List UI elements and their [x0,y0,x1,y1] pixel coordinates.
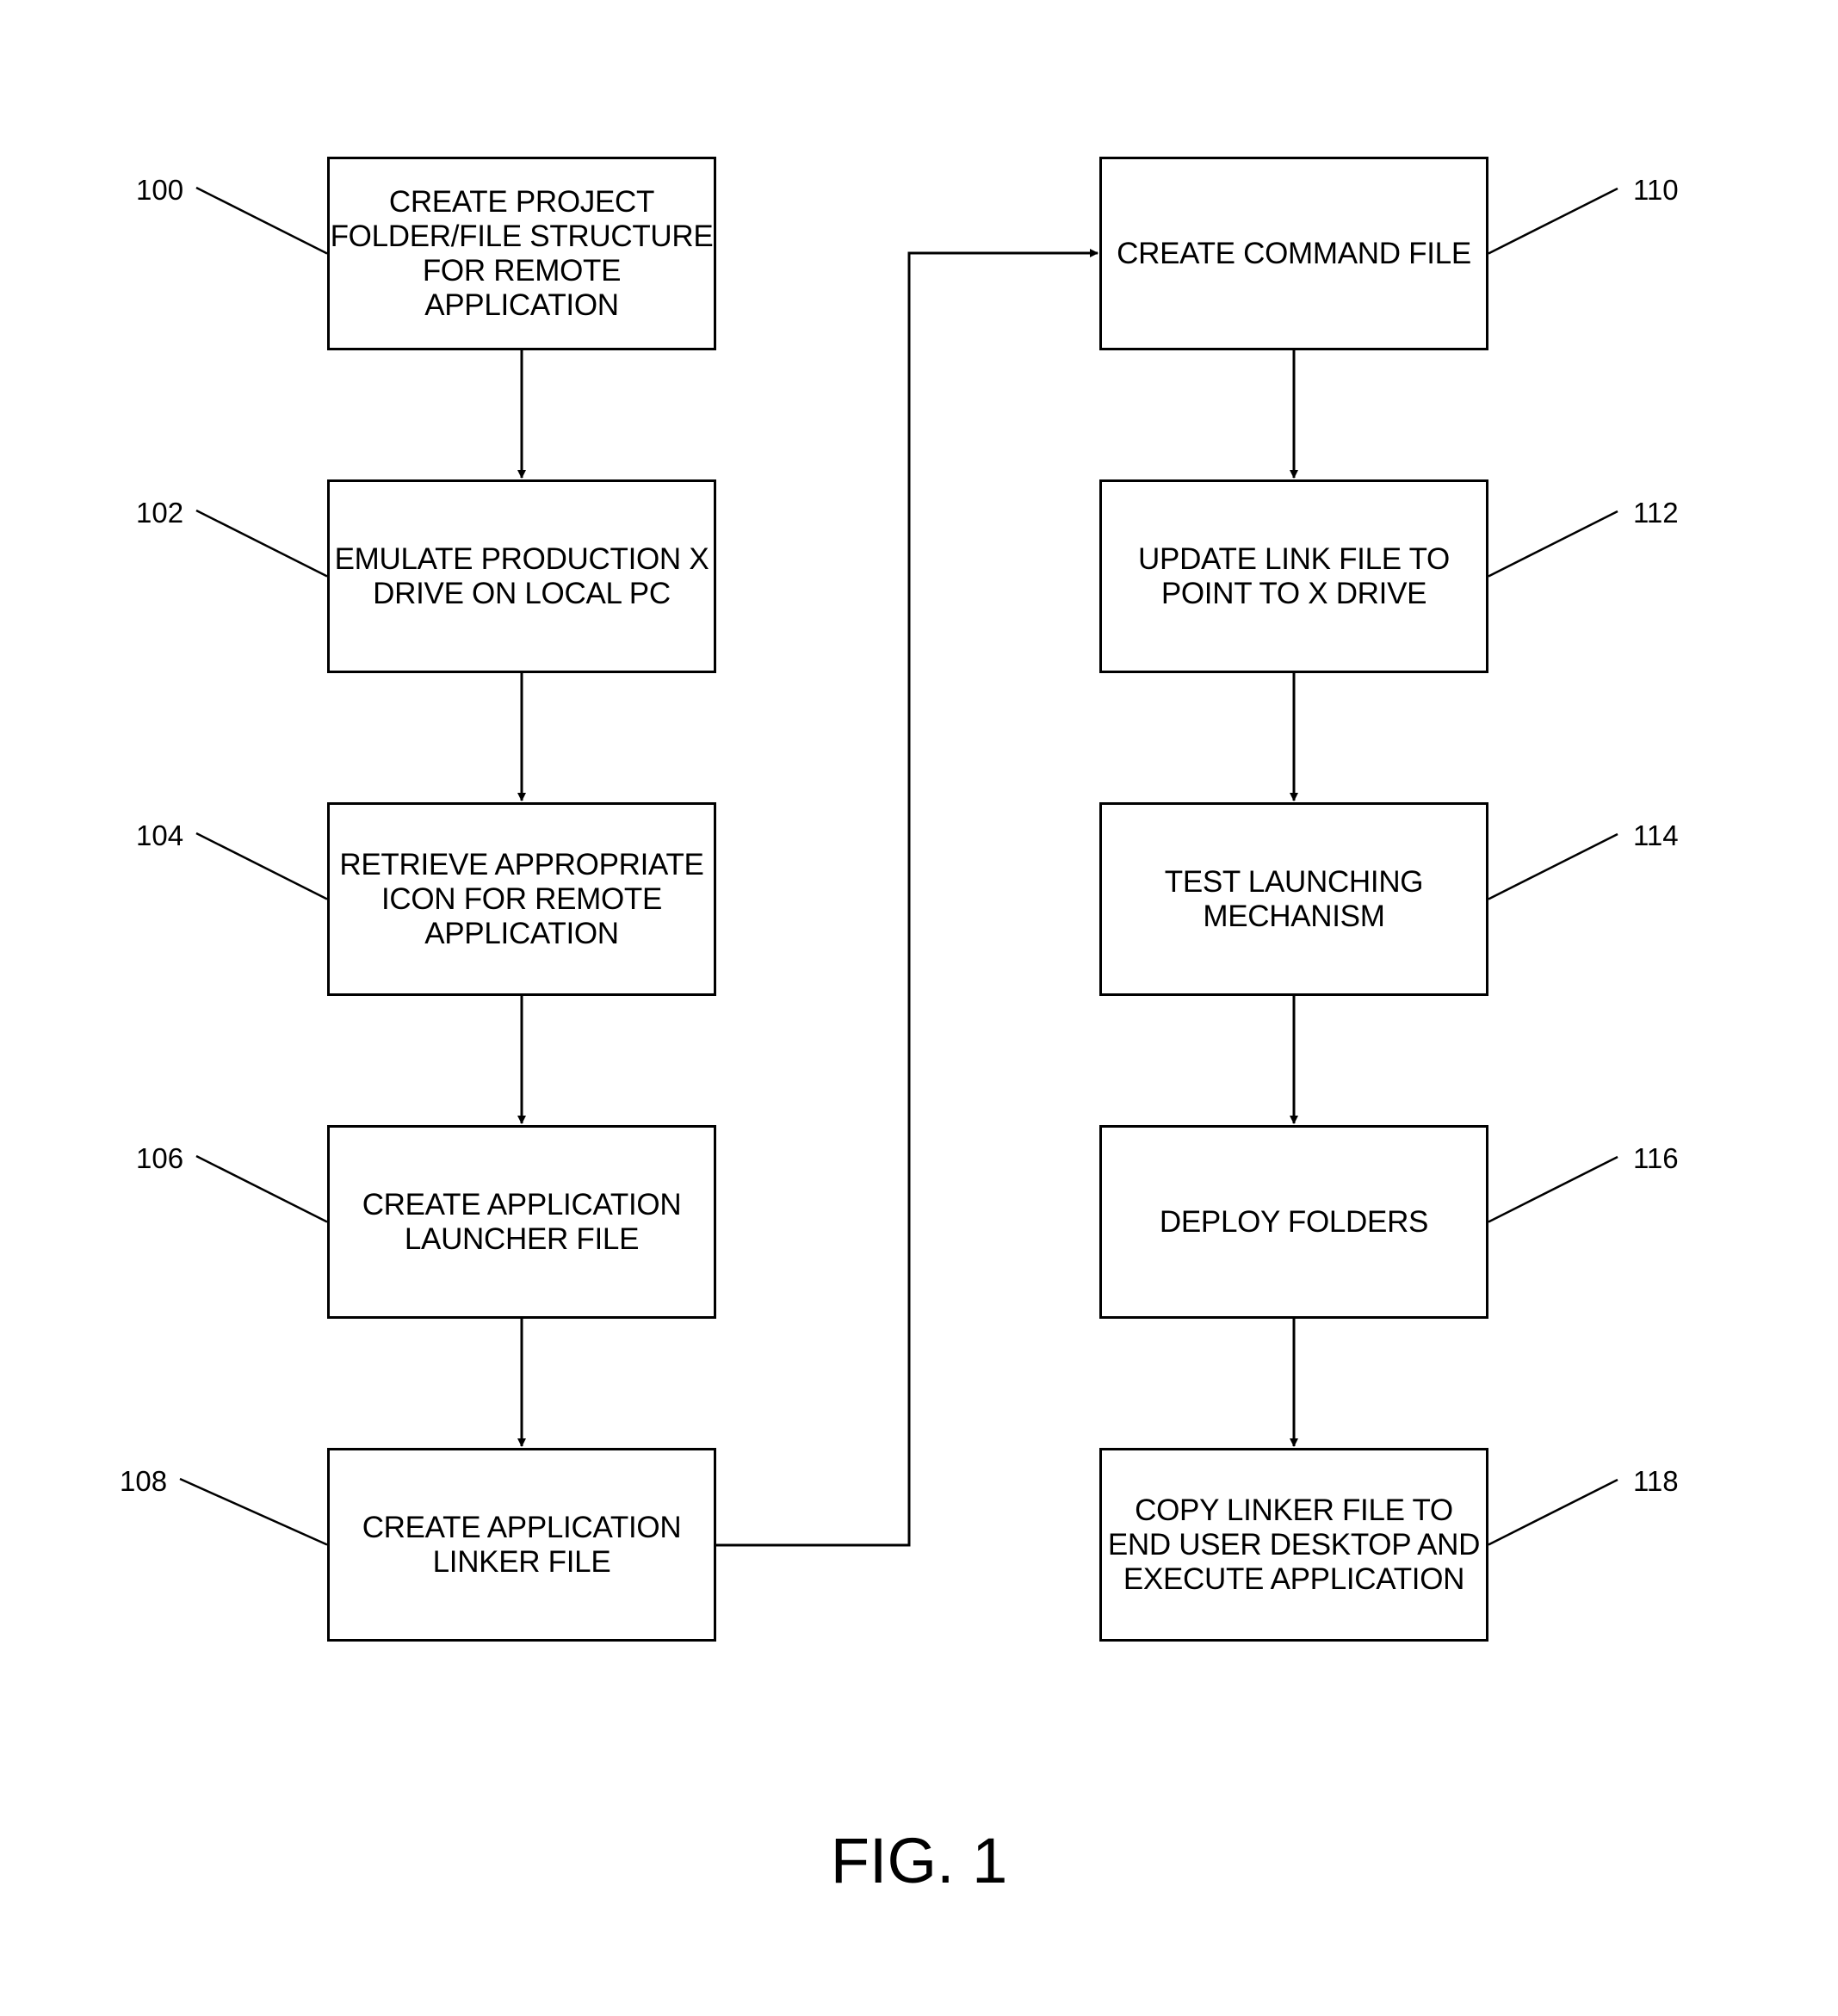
ref-numeral-112: 112 [1633,497,1679,529]
ref-numeral-104: 104 [136,819,184,851]
step-text-114: TEST LAUNCHING MECHANISM [1164,864,1424,933]
step-box-106: CREATE APPLICATION LAUNCHER FILE [327,1125,716,1319]
leader-line-102 [195,509,328,578]
figure-caption: FIG. 1 [830,1825,1008,1896]
flowchart-figure: CREATE PROJECT FOLDER/FILE STRUCTURE FOR… [0,0,1838,2016]
ref-numeral-106: 106 [136,1142,184,1174]
step-box-112: UPDATE LINK FILE TO POINT TO X DRIVE [1099,479,1488,673]
step-box-116: DEPLOY FOLDERS [1099,1125,1488,1319]
leader-line-114 [1488,832,1618,900]
ref-numeral-108: 108 [120,1465,168,1497]
leader-line-116 [1488,1155,1618,1223]
step-text-116: DEPLOY FOLDERS [1159,1204,1429,1239]
leader-line-112 [1488,510,1618,578]
step-box-104: RETRIEVE APPROPRIATE ICON FOR REMOTE APP… [327,802,716,996]
step-box-100: CREATE PROJECT FOLDER/FILE STRUCTURE FOR… [327,157,716,350]
step-text-102: EMULATE PRODUCTION X DRIVE ON LOCAL PC [334,541,709,610]
ref-numeral-118: 118 [1633,1465,1679,1497]
ref-numeral-110: 110 [1633,174,1679,206]
leader-line-106 [195,1154,328,1223]
leader-line-118 [1488,1478,1618,1546]
flow-arrow-108-to-110 [716,249,1098,1547]
step-box-108: CREATE APPLICATION LINKER FILE [327,1448,716,1642]
step-box-102: EMULATE PRODUCTION X DRIVE ON LOCAL PC [327,479,716,673]
ref-numeral-116: 116 [1633,1142,1679,1174]
leader-line-104 [195,832,328,900]
step-text-108: CREATE APPLICATION LINKER FILE [362,1510,682,1579]
leader-line-108 [179,1477,328,1546]
leader-line-110 [1488,187,1618,255]
ref-numeral-114: 114 [1633,819,1679,851]
leader-line-100 [195,186,328,255]
step-text-112: UPDATE LINK FILE TO POINT TO X DRIVE [1138,541,1450,610]
step-box-118: COPY LINKER FILE TO END USER DESKTOP AND… [1099,1448,1488,1642]
step-text-118: COPY LINKER FILE TO END USER DESKTOP AND… [1107,1493,1481,1596]
ref-numeral-102: 102 [136,497,184,529]
step-text-104: RETRIEVE APPROPRIATE ICON FOR REMOTE APP… [339,847,704,950]
connector-layer [179,186,1618,1547]
step-text-100: CREATE PROJECT FOLDER/FILE STRUCTURE FOR… [330,184,714,322]
ref-numeral-100: 100 [136,174,184,206]
step-box-114: TEST LAUNCHING MECHANISM [1099,802,1488,996]
step-text-106: CREATE APPLICATION LAUNCHER FILE [362,1187,682,1256]
step-box-110: CREATE COMMAND FILE [1099,157,1488,350]
step-text-110: CREATE COMMAND FILE [1117,236,1471,270]
